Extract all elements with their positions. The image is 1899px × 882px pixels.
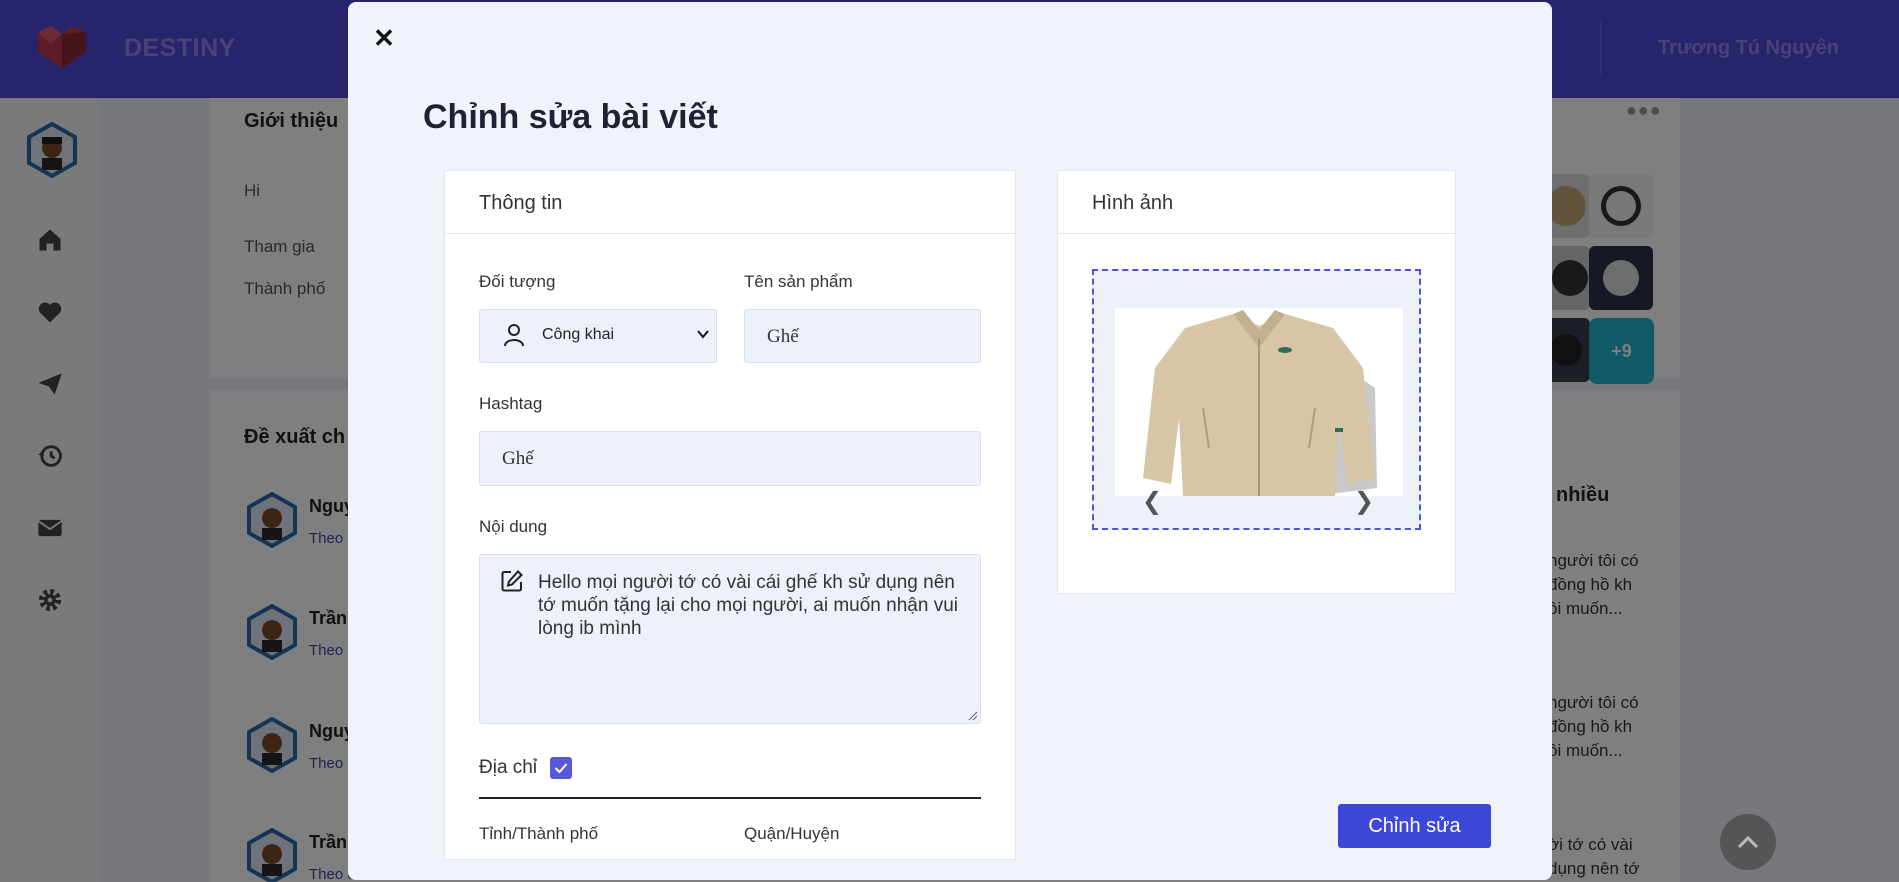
- audience-label: Đối tượng: [479, 272, 556, 291]
- info-panel-header: Thông tin: [445, 171, 1015, 234]
- hashtag-value: Ghế: [502, 448, 534, 469]
- content-textarea[interactable]: Hello mọi người tớ có vài cái ghế kh sử …: [479, 554, 981, 724]
- content-label: Nội dung: [479, 517, 548, 536]
- next-image-arrow[interactable]: ❯: [1354, 487, 1374, 515]
- edit-icon: [501, 570, 523, 592]
- scroll-to-top-button[interactable]: [1720, 814, 1776, 870]
- address-divider: [479, 797, 981, 799]
- resize-handle-icon[interactable]: [968, 711, 978, 721]
- address-checkbox[interactable]: [550, 757, 572, 779]
- close-icon[interactable]: ✕: [370, 23, 398, 53]
- prev-image-arrow[interactable]: ❮: [1142, 487, 1162, 515]
- chevron-up-icon: [1737, 835, 1759, 849]
- info-panel-title: Thông tin: [479, 192, 563, 214]
- audience-value: Công khai: [542, 326, 615, 343]
- user-icon: [504, 324, 524, 347]
- product-name-value: Ghế: [767, 326, 799, 347]
- image-panel-header: Hình ảnh: [1058, 171, 1455, 234]
- province-label: Tỉnh/Thành phố: [479, 824, 599, 843]
- product-photo[interactable]: [1115, 308, 1403, 496]
- address-label: Địa chỉ: [479, 757, 538, 778]
- image-panel-title: Hình ảnh: [1092, 192, 1174, 214]
- audience-select[interactable]: Công khai: [479, 309, 717, 363]
- check-icon: [554, 763, 568, 774]
- district-label: Quận/Huyện: [744, 824, 840, 843]
- hashtag-input[interactable]: Ghế: [479, 431, 981, 486]
- content-value: Hello mọi người tớ có vài cái ghế kh sử …: [538, 572, 958, 639]
- chevron-down-icon: [697, 330, 709, 339]
- product-name-input[interactable]: Ghế: [744, 309, 981, 363]
- hashtag-label: Hashtag: [479, 394, 543, 413]
- jacket-image: [1115, 308, 1403, 496]
- edit-submit-button[interactable]: Chỉnh sửa: [1338, 804, 1491, 848]
- modal-title: Chỉnh sửa bài viết: [423, 98, 718, 136]
- product-name-label: Tên sản phẩm: [744, 272, 853, 291]
